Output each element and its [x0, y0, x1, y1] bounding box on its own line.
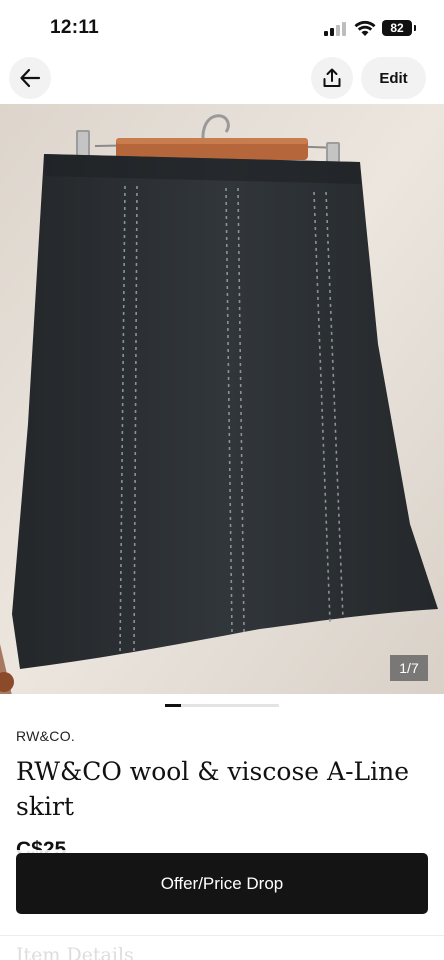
product-photo[interactable] — [0, 104, 444, 694]
edit-button[interactable]: Edit — [361, 57, 426, 99]
share-upload-icon — [323, 68, 341, 87]
offer-price-drop-button[interactable]: Offer/Price Drop — [16, 853, 428, 914]
divider — [0, 935, 444, 936]
arrow-left-icon — [20, 68, 41, 88]
item-title: RW&CO wool & viscose A-Line skirt — [16, 757, 410, 821]
battery-icon: 82 — [382, 20, 416, 36]
signal-icon — [324, 22, 346, 36]
status-bar: 12:11 82 — [0, 0, 444, 56]
status-time: 12:11 — [50, 17, 100, 38]
photo-pager — [165, 704, 279, 707]
item-details-heading: Item Details — [16, 944, 134, 960]
photo-pager-active — [165, 704, 182, 707]
share-button[interactable] — [311, 57, 353, 99]
back-button[interactable] — [9, 57, 51, 99]
skirt-photo-image — [0, 104, 444, 694]
brand-label[interactable]: RW&CO. — [16, 728, 75, 744]
photo-counter: 1/7 — [390, 655, 428, 681]
wifi-icon — [354, 20, 376, 36]
